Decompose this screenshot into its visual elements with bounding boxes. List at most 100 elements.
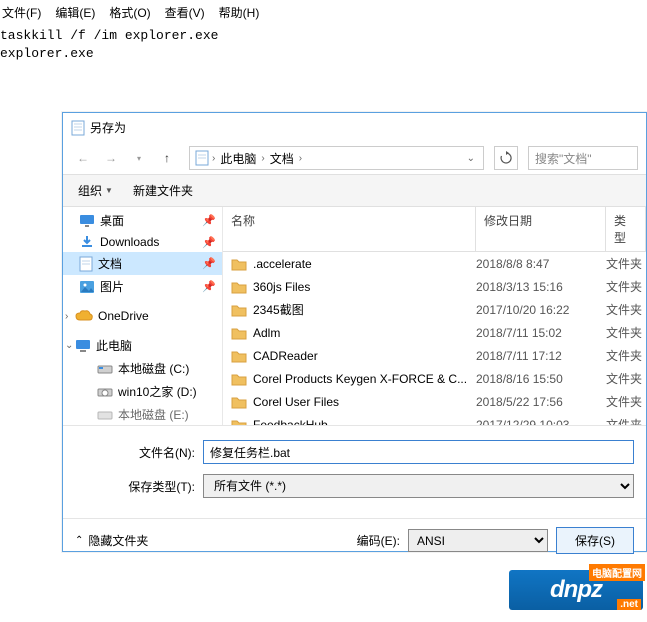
watermark-net: .net: [617, 599, 641, 610]
chevron-down-icon: ▼: [105, 186, 113, 195]
file-row[interactable]: Adlm2018/7/11 15:02文件夹: [223, 321, 646, 344]
filename-label: 文件名(N):: [123, 444, 203, 461]
refresh-button[interactable]: [494, 146, 518, 170]
sidebar-item-label: OneDrive: [98, 309, 149, 323]
sidebar-item-pictures[interactable]: 图片 📌: [63, 275, 222, 298]
drive-icon: [97, 386, 113, 398]
folder-icon: [231, 326, 247, 340]
filetype-label: 保存类型(T):: [123, 478, 203, 495]
file-date: 2018/8/16 15:50: [476, 372, 606, 386]
chevron-up-icon: ⌃: [75, 535, 83, 546]
cloud-icon: [75, 310, 93, 322]
sidebar-item-documents[interactable]: 文档 📌: [63, 252, 222, 275]
pin-icon: 📌: [202, 214, 216, 227]
file-row[interactable]: 360js Files 2018/3/13 15:16文件夹: [223, 275, 646, 298]
sidebar-item-onedrive[interactable]: › OneDrive: [63, 306, 222, 326]
navigation-bar: ← → ▾ ↑ › 此电脑 › 文档 › ⌄ 搜索"文档": [63, 142, 646, 174]
sidebar: 桌面 📌 Downloads 📌 文档 📌 图片 📌 ›: [63, 207, 223, 425]
download-icon: [79, 235, 95, 249]
hide-folders-label: 隐藏文件夹: [88, 532, 148, 549]
chevron-right-icon: ›: [65, 311, 68, 322]
up-button[interactable]: ↑: [155, 146, 179, 170]
notepad-menu: 文件(F) 编辑(E) 格式(O) 查看(V) 帮助(H): [0, 0, 647, 25]
notepad-text-content[interactable]: taskkill /f /im explorer.exe explorer.ex…: [0, 25, 647, 64]
col-type[interactable]: 类型: [606, 207, 646, 251]
pin-icon: 📌: [202, 257, 216, 270]
address-bar[interactable]: › 此电脑 › 文档 › ⌄: [189, 146, 484, 170]
sidebar-item-label: win10之家 (D:): [118, 383, 197, 400]
file-row[interactable]: FeedbackHub 2017/12/29 10:03文件夹: [223, 413, 646, 425]
list-header: 名称 修改日期 类型: [223, 207, 646, 252]
pin-icon: 📌: [202, 280, 216, 293]
sidebar-item-downloads[interactable]: Downloads 📌: [63, 232, 222, 252]
menu-file[interactable]: 文件(F): [2, 4, 41, 21]
drive-icon: [97, 409, 113, 421]
file-row[interactable]: CADReader2018/7/11 17:12文件夹: [223, 344, 646, 367]
sidebar-item-label: 文档: [98, 255, 122, 272]
folder-icon: [231, 418, 247, 426]
address-dropdown[interactable]: ⌄: [461, 153, 481, 164]
folder-icon: [231, 395, 247, 409]
sidebar-item-drive-d[interactable]: win10之家 (D:): [63, 380, 222, 403]
back-button[interactable]: ←: [71, 146, 95, 170]
file-name: Adlm: [253, 326, 280, 340]
breadcrumb-sep: ›: [299, 153, 302, 164]
hide-folders-toggle[interactable]: ⌃ 隐藏文件夹: [75, 532, 148, 549]
sidebar-item-drive-e[interactable]: 本地磁盘 (E:): [63, 403, 222, 425]
file-date: 2017/12/29 10:03: [476, 418, 606, 426]
file-type: 文件夹: [606, 416, 646, 425]
sidebar-item-desktop[interactable]: 桌面 📌: [63, 209, 222, 232]
toolbar: 组织▼ 新建文件夹: [63, 174, 646, 207]
file-row[interactable]: 2345截图2017/10/20 16:22文件夹: [223, 298, 646, 321]
file-type: 文件夹: [606, 278, 646, 295]
sidebar-item-label: 图片: [100, 278, 124, 295]
col-name[interactable]: 名称: [223, 207, 476, 251]
folder-icon: [231, 372, 247, 386]
sidebar-item-this-pc[interactable]: ⌄ 此电脑: [63, 334, 222, 357]
file-date: 2018/3/13 15:16: [476, 280, 606, 294]
organize-button[interactable]: 组织▼: [73, 179, 118, 202]
file-type: 文件夹: [606, 255, 646, 272]
chevron-down-icon: ⌄: [65, 340, 73, 351]
file-name: .accelerate: [253, 257, 312, 271]
desktop-icon: [79, 214, 95, 228]
recent-dropdown[interactable]: ▾: [127, 146, 151, 170]
file-name: 360js Files: [253, 280, 310, 294]
folder-icon: [231, 303, 247, 317]
sidebar-item-label: 本地磁盘 (C:): [118, 360, 189, 377]
menu-format[interactable]: 格式(O): [109, 4, 150, 21]
sidebar-item-drive-c[interactable]: 本地磁盘 (C:): [63, 357, 222, 380]
forward-button[interactable]: →: [99, 146, 123, 170]
menu-view[interactable]: 查看(V): [165, 4, 205, 21]
new-folder-button[interactable]: 新建文件夹: [128, 179, 198, 202]
file-date: 2018/7/11 17:12: [476, 349, 606, 363]
file-name: Corel User Files: [253, 395, 339, 409]
file-row[interactable]: Corel Products Keygen X-FORCE & C... 2018…: [223, 367, 646, 390]
folder-icon: [231, 257, 247, 271]
file-name: FeedbackHub: [253, 418, 328, 426]
save-button[interactable]: 保存(S): [556, 527, 634, 554]
encoding-select[interactable]: ANSI: [408, 529, 548, 552]
file-name: CADReader: [253, 349, 318, 363]
drive-icon: [97, 363, 113, 375]
menu-edit[interactable]: 编辑(E): [55, 4, 95, 21]
col-date[interactable]: 修改日期: [476, 207, 606, 251]
pin-icon: 📌: [202, 236, 216, 249]
breadcrumb-documents[interactable]: 文档: [265, 150, 299, 167]
file-name: Corel Products Keygen X-FORCE & C...: [253, 372, 467, 386]
breadcrumb-this-pc[interactable]: 此电脑: [215, 150, 261, 167]
filetype-select[interactable]: 所有文件 (*.*): [203, 474, 634, 498]
document-icon: [195, 150, 209, 166]
filename-input[interactable]: [203, 440, 634, 464]
file-list: 名称 修改日期 类型 .accelerate2018/8/8 8:47文件夹36…: [223, 207, 646, 425]
file-type: 文件夹: [606, 301, 646, 318]
file-row[interactable]: Corel User Files2018/5/22 17:56文件夹: [223, 390, 646, 413]
dialog-title-bar: 另存为: [63, 113, 646, 142]
form-area: 文件名(N): 保存类型(T): 所有文件 (*.*): [63, 426, 646, 518]
menu-help[interactable]: 帮助(H): [219, 4, 260, 21]
dialog-title-text: 另存为: [90, 119, 126, 136]
file-row[interactable]: .accelerate2018/8/8 8:47文件夹: [223, 252, 646, 275]
search-input[interactable]: 搜索"文档": [528, 146, 638, 170]
file-type: 文件夹: [606, 370, 646, 387]
watermark-logo: 电脑配置网 dnpz .net: [509, 570, 643, 610]
